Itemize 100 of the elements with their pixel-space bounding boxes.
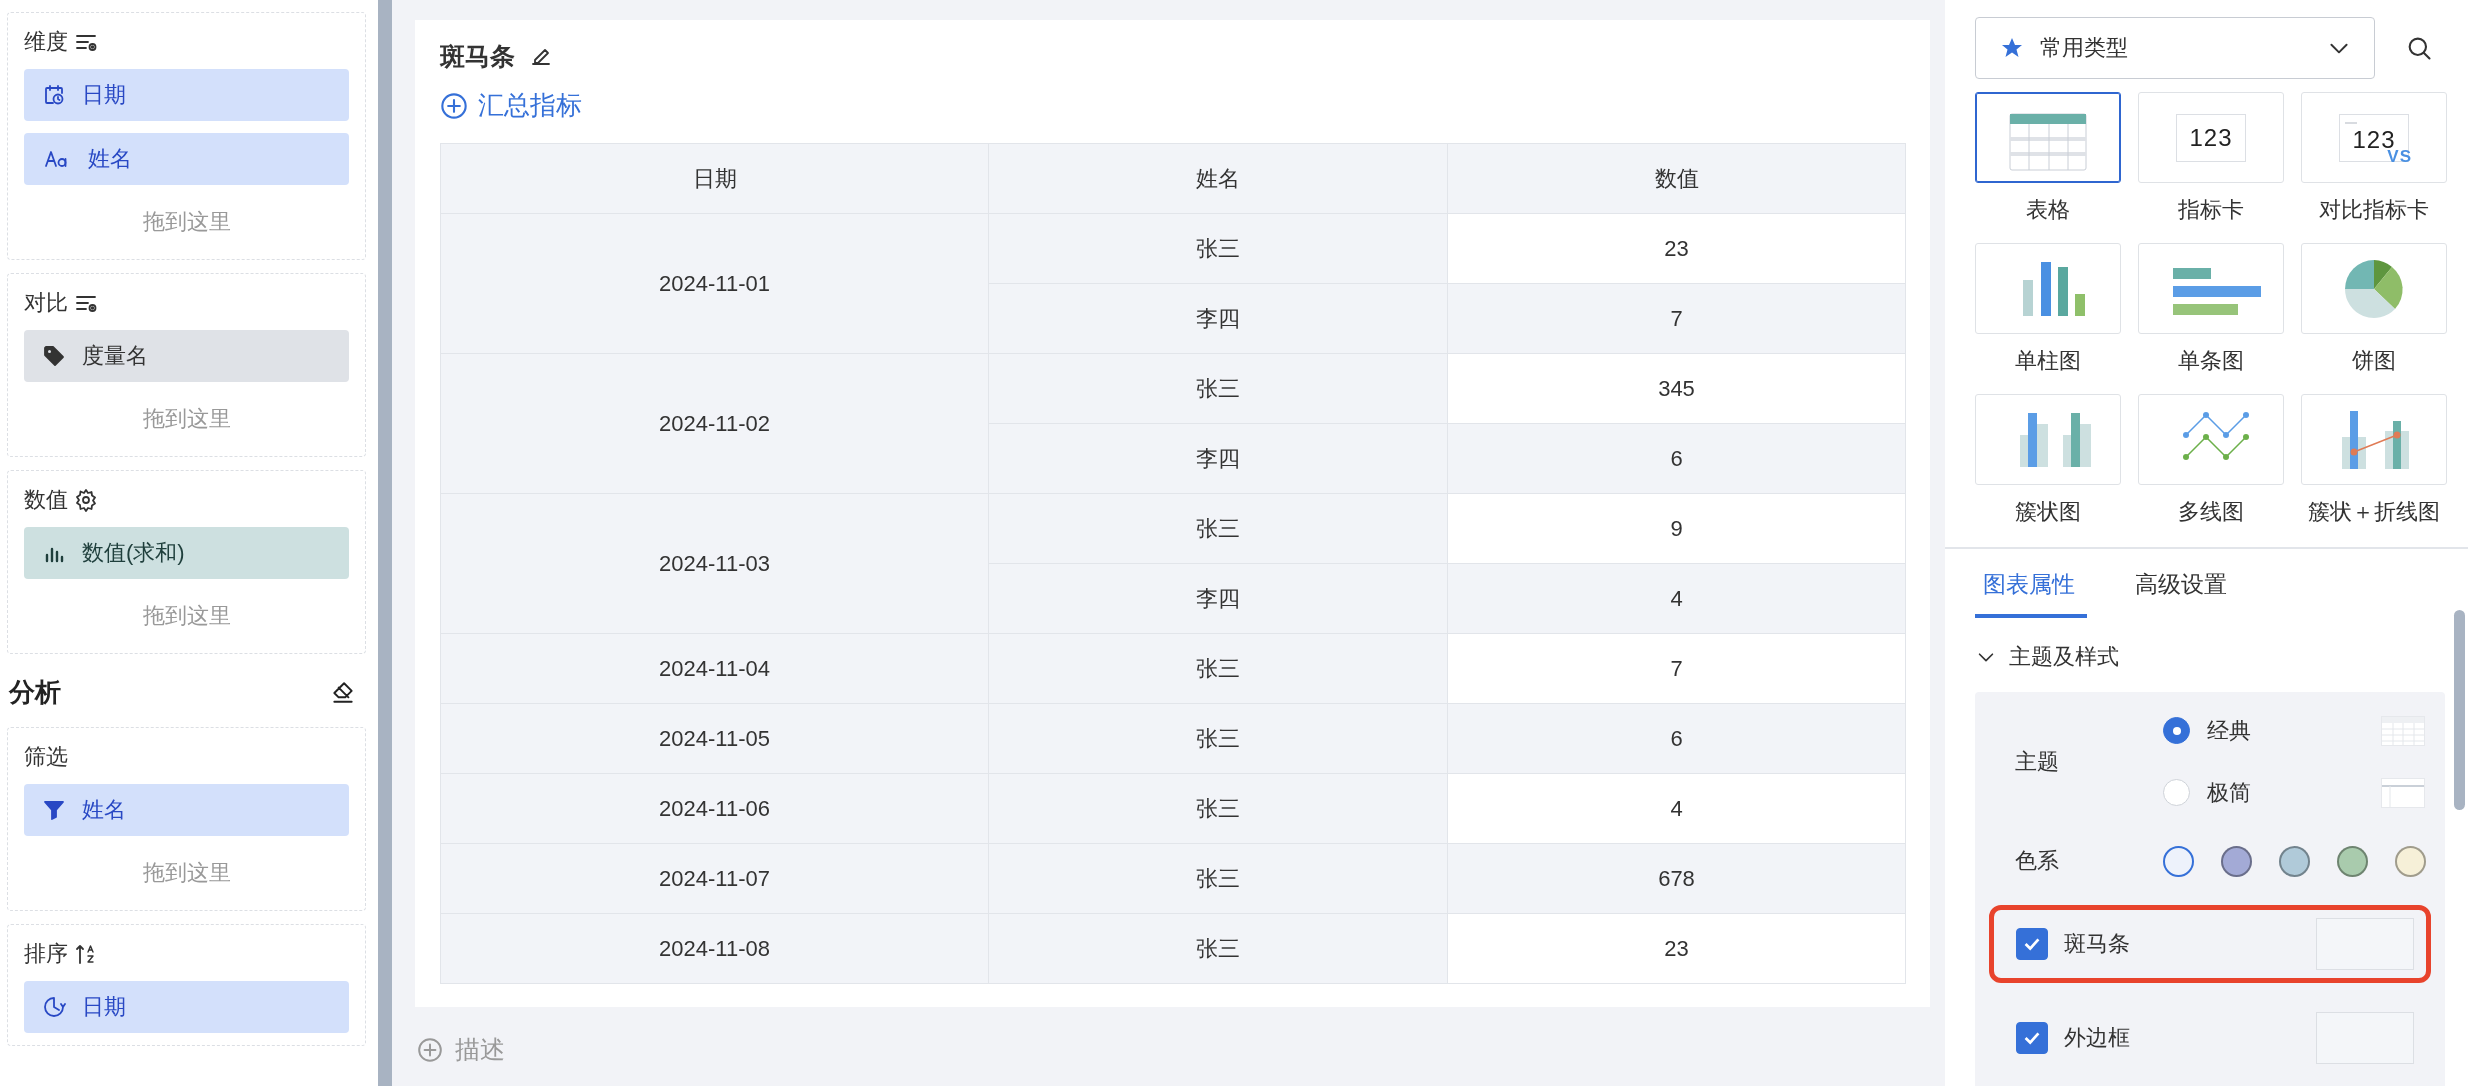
drop-hint: 拖到这里 [141, 602, 232, 630]
table-cell: 张三 [988, 633, 1448, 704]
table-cell: 李四 [988, 423, 1448, 494]
table-cell: 2024-11-01 [440, 213, 989, 354]
chart-type-option[interactable]: 多线图 [2138, 394, 2284, 527]
drop-hint: 拖到这里 [141, 405, 232, 433]
chart-type-label: 饼图 [2352, 347, 2396, 375]
setting-label: 色系 [2015, 847, 2060, 875]
field-chip[interactable]: 日期 [24, 69, 349, 121]
chart-type-option[interactable]: 簇状图 [1975, 394, 2121, 527]
field-well-title: 筛选 [24, 743, 68, 771]
chart-type-label: 多线图 [2178, 498, 2244, 526]
table-cell: 9 [1447, 493, 1906, 564]
table-cell: 张三 [988, 773, 1448, 844]
chart-type-option[interactable]: 簇状＋折线图 [2301, 394, 2447, 527]
table-cell: 2024-11-07 [440, 843, 989, 914]
funnel-icon [42, 798, 66, 822]
field-chip[interactable]: 日期 [24, 981, 349, 1033]
table-cell: 345 [1447, 353, 1906, 424]
number-card-icon: 123 [2176, 113, 2246, 162]
column-header: 数值 [1447, 143, 1906, 214]
field-well-title: 排序 [24, 940, 68, 968]
table-cell: 2024-11-02 [440, 353, 989, 494]
drop-hint: 拖到这里 [141, 208, 232, 236]
table-cell: 7 [1447, 283, 1906, 354]
table-cell: 678 [1447, 843, 1906, 914]
table-cell: 2024-11-06 [440, 773, 989, 844]
table-cell: 6 [1447, 423, 1906, 494]
table-cell: 张三 [988, 213, 1448, 284]
panel-tab[interactable]: 图表属性 [1975, 558, 2087, 618]
table-cell: 张三 [988, 703, 1448, 774]
chart-type-tile[interactable] [1975, 92, 2121, 183]
table-cell: 李四 [988, 283, 1448, 354]
table-cell: 2024-11-04 [440, 633, 989, 704]
setting-label: 主题 [2015, 747, 2060, 776]
column-header: 姓名 [988, 143, 1448, 214]
checkbox-label: 斑马条 [2064, 929, 2130, 958]
compare-card-icon: 123 VS [2339, 113, 2409, 162]
table-cell: 4 [1447, 563, 1906, 634]
chart-type-tile[interactable]: 123 VS [2301, 92, 2447, 183]
settings-icon [74, 488, 98, 512]
scrollbar[interactable] [2454, 610, 2465, 810]
chart-type-tile[interactable]: 123 [2138, 92, 2284, 183]
section-title[interactable]: 主题及样式 [2009, 641, 2119, 672]
column-header: 日期 [440, 143, 989, 214]
chart-type-label: 簇状＋折线图 [2308, 498, 2440, 526]
field-well-title: 数值 [24, 486, 68, 514]
radio-button[interactable] [2163, 717, 2190, 744]
table-cell: 张三 [988, 913, 1448, 984]
table-cell: 7 [1447, 633, 1906, 704]
chart-type-label: 表格 [2026, 196, 2070, 224]
tag-icon [42, 344, 66, 368]
table-cell: 李四 [988, 563, 1448, 634]
card-title: 斑马条 [440, 40, 515, 72]
panel-tab[interactable]: 高级设置 [2127, 558, 2239, 618]
scrollbar[interactable] [378, 0, 392, 1086]
chart-type-option[interactable]: 单条图 [2138, 243, 2284, 376]
chart-type-option[interactable]: 表格 [1975, 92, 2121, 225]
checkbox[interactable] [2016, 927, 2048, 960]
refresh-icon [42, 995, 66, 1019]
field-chip[interactable]: 姓名 [24, 784, 349, 836]
chart-type-dropdown[interactable]: 常用类型 [1975, 17, 2375, 79]
calendar-clock-icon [42, 83, 66, 107]
plus-circle-icon [440, 91, 468, 120]
chart-type-label: 对比指标卡 [2319, 196, 2429, 224]
table-thumbnail [2381, 777, 2425, 808]
radio-label: 经典 [2207, 716, 2251, 745]
field-well-title: 对比 [24, 289, 68, 317]
table-cell: 23 [1447, 913, 1906, 984]
table-cell: 张三 [988, 843, 1448, 914]
checkbox[interactable] [2016, 1021, 2048, 1054]
radio-label: 极简 [2207, 778, 2251, 807]
table-cell: 2024-11-05 [440, 703, 989, 774]
table-cell: 23 [1447, 213, 1906, 284]
table-cell: 张三 [988, 493, 1448, 564]
field-well-title: 维度 [24, 28, 68, 56]
plus-circle-icon [417, 1036, 443, 1063]
chart-type-option[interactable]: 饼图 [2301, 243, 2447, 376]
field-chip[interactable]: 度量名 [24, 330, 349, 382]
field-chip[interactable]: 数值(求和) [24, 527, 349, 579]
checkbox-label: 外边框 [2064, 1023, 2130, 1052]
table-cell: 2024-11-03 [440, 493, 989, 634]
table-thumbnail [2381, 715, 2425, 746]
color-swatch[interactable] [2163, 845, 2194, 877]
table-cell: 张三 [988, 353, 1448, 424]
table-cell: 2024-11-08 [440, 913, 989, 984]
chart-type-label: 单条图 [2178, 347, 2244, 375]
drop-hint: 拖到这里 [141, 859, 232, 887]
eraser-icon [330, 679, 356, 706]
add-summary-link[interactable]: 汇总指标 [440, 88, 582, 123]
chart-type-option[interactable]: 123 指标卡 [2138, 92, 2284, 225]
field-chip[interactable]: 姓名 [24, 133, 349, 185]
chart-type-option[interactable]: 123 VS 对比指标卡 [2301, 92, 2447, 225]
chart-type-option[interactable]: 单柱图 [1975, 243, 2121, 376]
chart-type-label: 簇状图 [2015, 498, 2081, 526]
table-cell: 6 [1447, 703, 1906, 774]
chart-type-label: 单柱图 [2015, 347, 2081, 375]
table-cell: 4 [1447, 773, 1906, 844]
section-heading: 分析 [9, 676, 61, 709]
chart-type-label: 指标卡 [2178, 196, 2244, 224]
